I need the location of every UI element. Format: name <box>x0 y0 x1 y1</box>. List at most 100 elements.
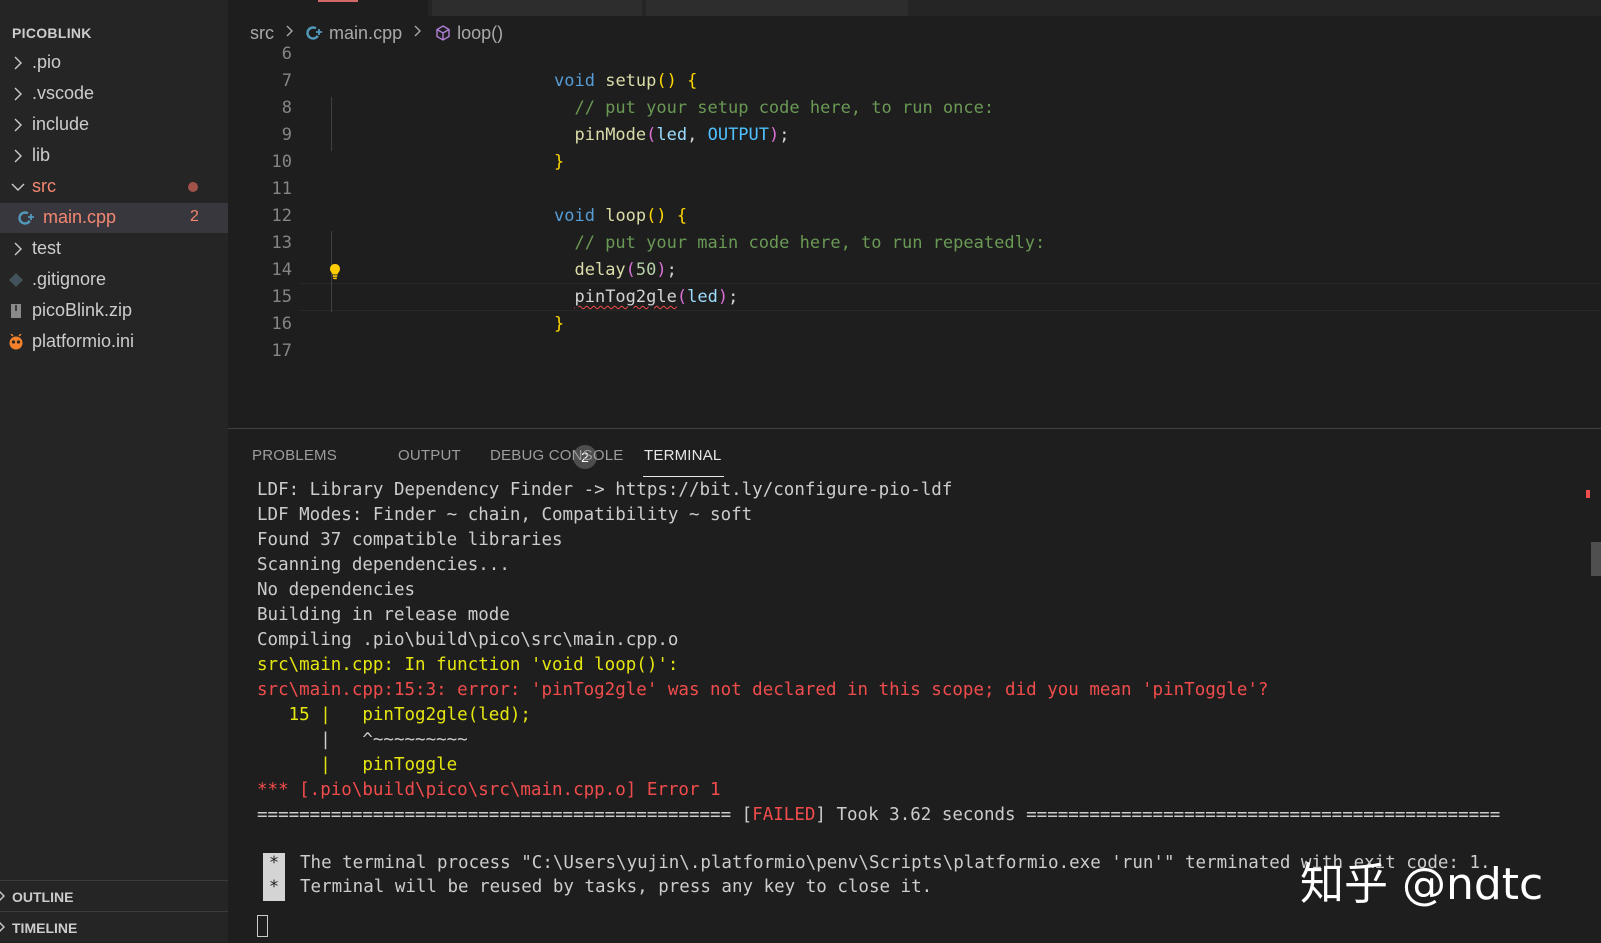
code-line[interactable]: 14 delay(50); <box>228 257 1601 284</box>
tree-item-label: src <box>32 176 56 196</box>
line-number: 10 <box>271 152 292 172</box>
code-line[interactable]: 15 pinTog2gle(led); <box>228 284 1601 311</box>
terminal-line: 15 | pinTog2gle(led); <box>257 705 531 725</box>
editor-tab-main-cpp[interactable] <box>228 0 428 16</box>
modified-dot-icon <box>188 182 198 192</box>
terminal-scrollbar-thumb[interactable] <box>1591 542 1601 576</box>
tab-problems[interactable]: PROBLEMS <box>252 447 337 464</box>
scrollbar-error-marker <box>1586 490 1590 498</box>
project-title[interactable]: PICOBLINK <box>12 25 92 41</box>
terminal-line: Terminal will be reused by tasks, press … <box>300 877 933 897</box>
editor-tab[interactable] <box>432 0 642 16</box>
code-text: // put your main code here, to run repea… <box>554 233 1046 253</box>
tree-item-label: platformio.ini <box>32 331 135 351</box>
chevron-right-icon <box>0 891 5 901</box>
terminal-line: Compiling .pio\build\pico\src\main.cpp.o <box>257 630 679 650</box>
terminal-cursor <box>257 915 268 937</box>
cpp-file-icon <box>306 26 323 40</box>
terminal-line: | pinToggle <box>257 755 458 775</box>
tree-item-label: picoBlink.zip <box>32 300 133 320</box>
line-number: 14 <box>271 260 292 280</box>
line-number: 15 <box>271 287 292 307</box>
chevron-right-icon <box>0 922 5 932</box>
tree-item-label: lib <box>32 145 51 165</box>
line-number: 6 <box>281 44 292 64</box>
line-number: 13 <box>271 233 292 253</box>
code-text: void loop() { <box>554 206 688 226</box>
line-number: 7 <box>281 71 292 91</box>
line-number: 16 <box>271 314 292 334</box>
code-line[interactable]: 10 } <box>228 149 1601 176</box>
line-number: 17 <box>271 341 292 361</box>
tree-item-label: main.cpp <box>43 207 117 227</box>
cube-method-icon <box>436 25 450 42</box>
code-line[interactable]: 11 <box>228 176 1601 203</box>
tree-folder-vscode[interactable]: .vscode <box>0 79 228 109</box>
terminal-line: | ^~~~~~~~~~ <box>257 730 468 750</box>
editor-tab[interactable] <box>646 0 908 16</box>
git-file-icon <box>9 273 23 287</box>
terminal-line: Building in release mode <box>257 605 510 625</box>
tree-file-gitignore[interactable]: .gitignore <box>0 265 228 295</box>
tree-item-label: .vscode <box>32 83 95 103</box>
tree-folder-test[interactable]: test <box>0 234 228 264</box>
tree-file-main-cpp[interactable]: main.cpp 2 <box>0 203 228 233</box>
code-line[interactable]: 16 } <box>228 311 1601 338</box>
terminal-error-line: *** [.pio\build\pico\src\main.cpp.o] Err… <box>257 780 721 800</box>
breadcrumb-folder[interactable]: src <box>250 23 274 43</box>
chevron-down-icon <box>11 183 25 191</box>
code-line[interactable]: 13 // put your main code here, to run re… <box>228 230 1601 257</box>
chevron-right-icon <box>14 118 22 132</box>
code-line[interactable]: 9 pinMode(led, OUTPUT); <box>228 122 1601 149</box>
tree-folder-include[interactable]: include <box>0 110 228 140</box>
terminal-summary-line: ========================================… <box>257 805 1500 825</box>
tree-file-zip[interactable]: picoBlink.zip <box>0 296 228 326</box>
tab-debug-console[interactable]: DEBUG CONSOLE <box>490 447 623 464</box>
code-line[interactable]: 6 <box>228 41 1601 68</box>
terminal-text: ========================================… <box>257 805 753 825</box>
outline-section-header[interactable]: OUTLINE <box>0 880 228 911</box>
platformio-alien-icon <box>9 334 23 350</box>
tree-item-label: .pio <box>32 52 62 72</box>
outline-label: OUTLINE <box>12 889 74 905</box>
line-number: 9 <box>281 125 292 145</box>
timeline-section-header[interactable]: TIMELINE <box>0 911 228 942</box>
code-text: delay(50); <box>574 260 677 280</box>
tree-folder-src[interactable]: src <box>0 172 228 202</box>
tree-item-label: .gitignore <box>32 269 107 289</box>
editor-tab-strip <box>228 0 1601 16</box>
tab-output[interactable]: OUTPUT <box>398 447 461 464</box>
watermark: 知乎 @ndtc <box>1300 859 1544 910</box>
chevron-right-icon <box>286 25 294 37</box>
breadcrumb-symbol[interactable]: loop() <box>457 23 503 43</box>
line-number: 8 <box>281 98 292 118</box>
terminal-star-marker: * <box>263 853 285 877</box>
line-number: 11 <box>271 179 292 199</box>
terminal-line: src\main.cpp: In function 'void loop()': <box>257 655 679 675</box>
problem-count-badge: 2 <box>190 208 199 225</box>
chevron-right-icon <box>414 25 422 37</box>
code-line[interactable]: 7 void setup() { <box>228 68 1601 95</box>
tab-terminal[interactable]: TERMINAL <box>644 447 721 464</box>
failed-status: FAILED <box>752 805 816 825</box>
breadcrumb-file[interactable]: main.cpp <box>329 23 402 43</box>
code-text: // put your setup code here, to run once… <box>554 98 995 118</box>
chevron-right-icon <box>14 149 22 163</box>
terminal-line: Scanning dependencies... <box>257 555 510 575</box>
terminal-line: No dependencies <box>257 580 416 600</box>
line-number: 12 <box>271 206 292 226</box>
terminal-line: Found 37 compatible libraries <box>257 530 563 550</box>
chevron-right-icon <box>14 56 22 70</box>
lightbulb-icon[interactable] <box>329 263 341 281</box>
terminal-text: ] Took 3.62 seconds ====================… <box>815 805 1501 825</box>
tree-item-label: test <box>32 238 62 258</box>
tree-folder-lib[interactable]: lib <box>0 141 228 171</box>
code-line[interactable]: 17 <box>228 338 1601 365</box>
code-text: pinTog2gle(led); <box>574 287 739 307</box>
code-line[interactable]: 8 // put your setup code here, to run on… <box>228 95 1601 122</box>
code-line[interactable]: 12 void loop() { <box>228 203 1601 230</box>
tree-folder-pio[interactable]: .pio <box>0 48 228 78</box>
code-text: } <box>554 314 565 334</box>
tab-modified-indicator <box>318 0 358 2</box>
tree-file-platformio-ini[interactable]: platformio.ini <box>0 327 228 357</box>
